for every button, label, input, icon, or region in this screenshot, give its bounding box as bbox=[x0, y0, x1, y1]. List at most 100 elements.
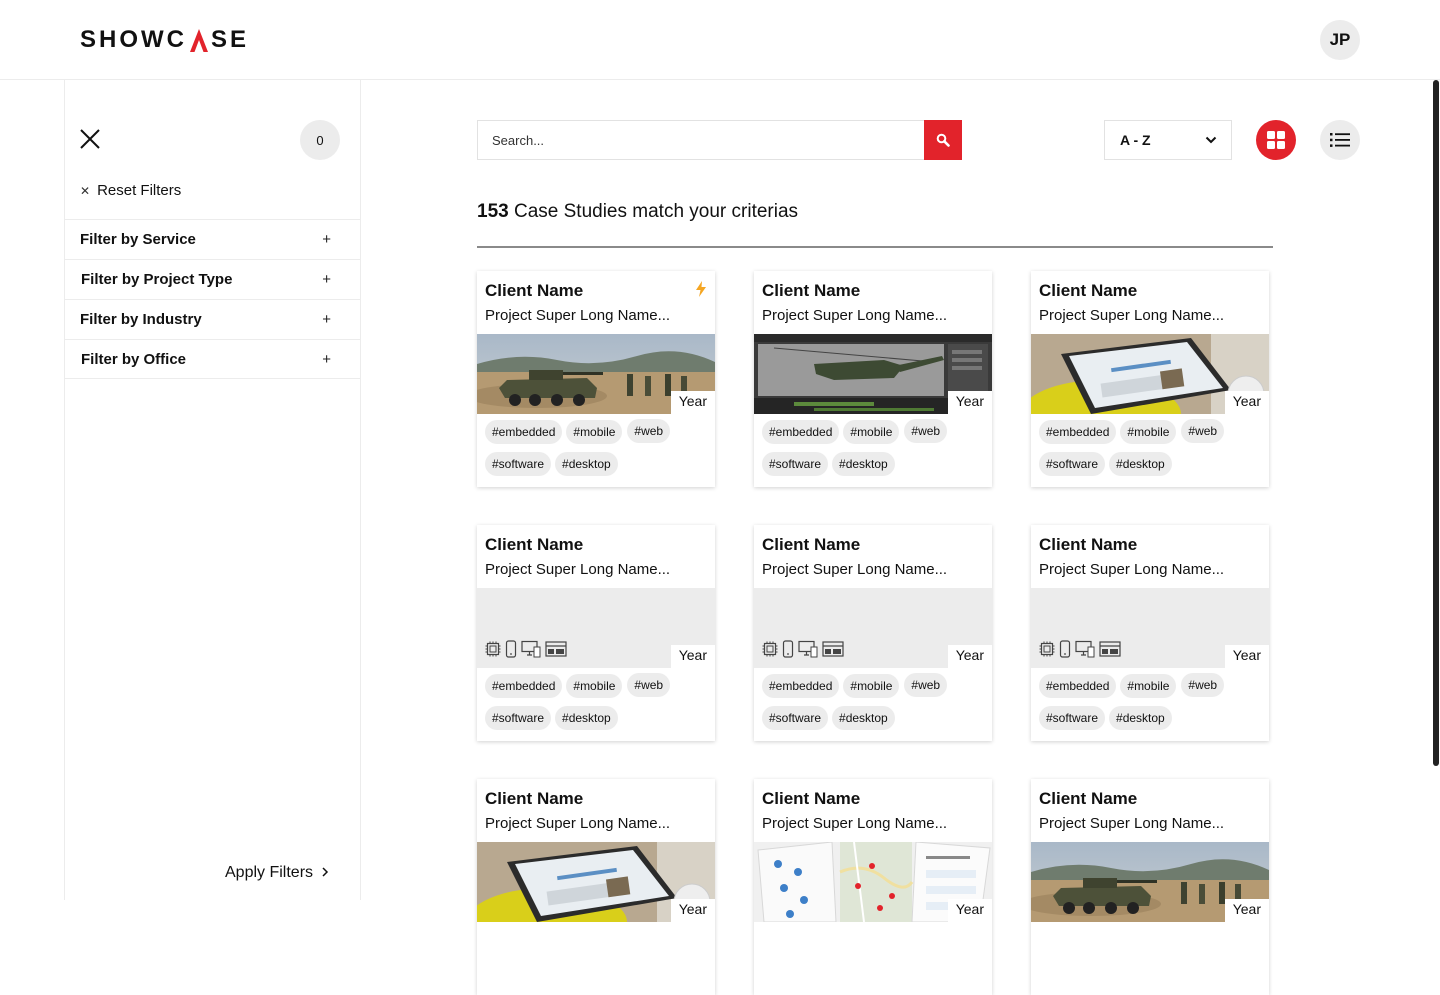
reset-filters-button[interactable]: ✕ Reset Filters bbox=[80, 182, 181, 199]
mobile-icon bbox=[1059, 640, 1071, 658]
tag-chip[interactable]: #embedded bbox=[1039, 674, 1117, 698]
filter-industry[interactable]: Filter by Industry + bbox=[65, 299, 361, 339]
tag-chip[interactable]: #embedded bbox=[485, 674, 563, 698]
search-input[interactable] bbox=[477, 120, 925, 160]
card-year: Year bbox=[670, 899, 715, 922]
card-tags: #embedded #mobile #web #software #desktop bbox=[485, 419, 713, 484]
logo-suffix: SE bbox=[211, 26, 250, 53]
tag-chip[interactable]: #desktop bbox=[832, 706, 895, 730]
tag-chip[interactable]: #desktop bbox=[1109, 452, 1172, 476]
apply-filters-button[interactable]: Apply Filters bbox=[225, 864, 329, 882]
logo-a-mark bbox=[188, 28, 210, 52]
scrollbar-thumb[interactable] bbox=[1433, 80, 1439, 766]
tag-chip[interactable]: #web bbox=[627, 419, 671, 443]
card-client-name: Client Name bbox=[485, 281, 584, 300]
showcase-logo[interactable]: SHOWC SE bbox=[80, 26, 250, 53]
tag-chip[interactable]: #software bbox=[485, 452, 552, 476]
results-text: Case Studies match your criterias bbox=[513, 201, 799, 222]
tag-chip[interactable]: #mobile bbox=[843, 674, 900, 698]
results-count: 153 bbox=[477, 201, 509, 222]
grid-icon bbox=[1267, 131, 1285, 149]
card-year: Year bbox=[947, 899, 992, 922]
tag-chip[interactable]: #web bbox=[1181, 419, 1225, 443]
tag-chip[interactable]: #mobile bbox=[843, 420, 900, 444]
page-scrollbar[interactable] bbox=[1432, 80, 1440, 900]
card-project-name: Project Super Long Name... bbox=[485, 307, 671, 324]
tag-chip[interactable]: #desktop bbox=[555, 706, 618, 730]
filter-sidebar: 0 ✕ Reset Filters Filter by Service + Fi… bbox=[64, 80, 361, 900]
tag-chip[interactable]: #mobile bbox=[1120, 674, 1177, 698]
tag-chip[interactable]: #mobile bbox=[566, 674, 623, 698]
tag-chip[interactable]: #web bbox=[904, 419, 948, 443]
case-study-card[interactable]: Client Name Project Super Long Name... Ye… bbox=[754, 779, 992, 995]
case-study-card[interactable]: Client Name Project Super Long Name... Ye… bbox=[754, 525, 992, 741]
mobile-icon bbox=[505, 640, 517, 658]
tag-chip[interactable]: #software bbox=[762, 452, 829, 476]
grid-view-button[interactable] bbox=[1256, 120, 1296, 160]
filter-list: Filter by Service + Filter by Project Ty… bbox=[65, 219, 361, 379]
device-icons bbox=[1039, 640, 1121, 658]
card-project-name: Project Super Long Name... bbox=[762, 561, 948, 578]
tag-chip[interactable]: #embedded bbox=[762, 420, 840, 444]
card-tags: #embedded #mobile #web #software #desktop bbox=[762, 419, 990, 484]
tag-chip[interactable]: #mobile bbox=[1120, 420, 1177, 444]
card-project-name: Project Super Long Name... bbox=[1039, 815, 1225, 832]
case-study-card[interactable]: Client Name Project Super Long Name... Ye… bbox=[1031, 525, 1269, 741]
card-client-name: Client Name bbox=[762, 789, 861, 808]
chevron-right-icon bbox=[321, 865, 329, 881]
card-client-name: Client Name bbox=[762, 281, 861, 300]
expand-plus-icon: + bbox=[322, 311, 331, 328]
card-year: Year bbox=[947, 645, 992, 668]
tag-chip[interactable]: #web bbox=[627, 673, 671, 697]
software-window-icon bbox=[545, 641, 567, 657]
sort-select[interactable]: A - Z bbox=[1104, 120, 1232, 160]
logo-prefix: SHOWC bbox=[80, 26, 187, 53]
case-study-card[interactable]: Client Name Project Super Long Name... Ye… bbox=[477, 779, 715, 995]
tag-chip[interactable]: #software bbox=[762, 706, 829, 730]
close-sidebar-button[interactable] bbox=[79, 128, 101, 150]
tag-chip[interactable]: #software bbox=[485, 706, 552, 730]
card-year: Year bbox=[1224, 645, 1269, 668]
case-study-card[interactable]: Client Name Project Super Long Name... Ye… bbox=[1031, 779, 1269, 995]
reset-filters-label: Reset Filters bbox=[97, 182, 182, 199]
card-client-name: Client Name bbox=[485, 789, 584, 808]
tag-chip[interactable]: #embedded bbox=[1039, 420, 1117, 444]
card-client-name: Client Name bbox=[1039, 281, 1138, 300]
card-project-name: Project Super Long Name... bbox=[1039, 307, 1225, 324]
filter-project-type[interactable]: Filter by Project Type + bbox=[65, 259, 361, 299]
tag-chip[interactable]: #software bbox=[1039, 452, 1106, 476]
filter-office[interactable]: Filter by Office + bbox=[65, 339, 361, 379]
tag-chip[interactable]: #desktop bbox=[1109, 706, 1172, 730]
case-study-card[interactable]: Client Name Project Super Long Name... Ye… bbox=[477, 525, 715, 741]
tag-chip[interactable]: #desktop bbox=[555, 452, 618, 476]
selected-filter-count: 0 bbox=[300, 120, 340, 160]
tag-chip[interactable]: #web bbox=[1181, 673, 1225, 697]
desktop-icon bbox=[798, 640, 818, 658]
card-tags: #embedded #mobile #web #software #desktop bbox=[1039, 673, 1267, 738]
case-study-card[interactable]: Client Name Project Super Long Name... Ye… bbox=[477, 271, 715, 487]
card-client-name: Client Name bbox=[762, 535, 861, 554]
card-project-name: Project Super Long Name... bbox=[485, 815, 671, 832]
tag-chip[interactable]: #mobile bbox=[566, 420, 623, 444]
tag-chip[interactable]: #desktop bbox=[832, 452, 895, 476]
results-summary: 153 Case Studies match your criterias bbox=[477, 201, 798, 223]
user-avatar[interactable]: JP bbox=[1320, 20, 1360, 60]
card-year: Year bbox=[947, 391, 992, 414]
tag-chip[interactable]: #embedded bbox=[762, 674, 840, 698]
tag-chip[interactable]: #embedded bbox=[485, 420, 563, 444]
search-button[interactable] bbox=[924, 120, 962, 160]
filter-service[interactable]: Filter by Service + bbox=[65, 219, 361, 259]
desktop-icon bbox=[1075, 640, 1095, 658]
tag-chip[interactable]: #software bbox=[1039, 706, 1106, 730]
tag-chip[interactable]: #web bbox=[904, 673, 948, 697]
case-study-card[interactable]: Client Name Project Super Long Name... Ye… bbox=[1031, 271, 1269, 487]
card-tags: #embedded #mobile #web #software #desktop bbox=[1039, 419, 1267, 484]
expand-plus-icon: + bbox=[322, 350, 331, 368]
card-project-name: Project Super Long Name... bbox=[762, 815, 948, 832]
expand-plus-icon: + bbox=[322, 231, 331, 248]
case-study-card[interactable]: Client Name Project Super Long Name... Ye… bbox=[754, 271, 992, 487]
card-tags: #embedded #mobile #web #software #desktop bbox=[762, 673, 990, 738]
list-view-button[interactable] bbox=[1320, 120, 1360, 160]
results-divider bbox=[477, 246, 1273, 248]
card-year: Year bbox=[1224, 391, 1269, 414]
